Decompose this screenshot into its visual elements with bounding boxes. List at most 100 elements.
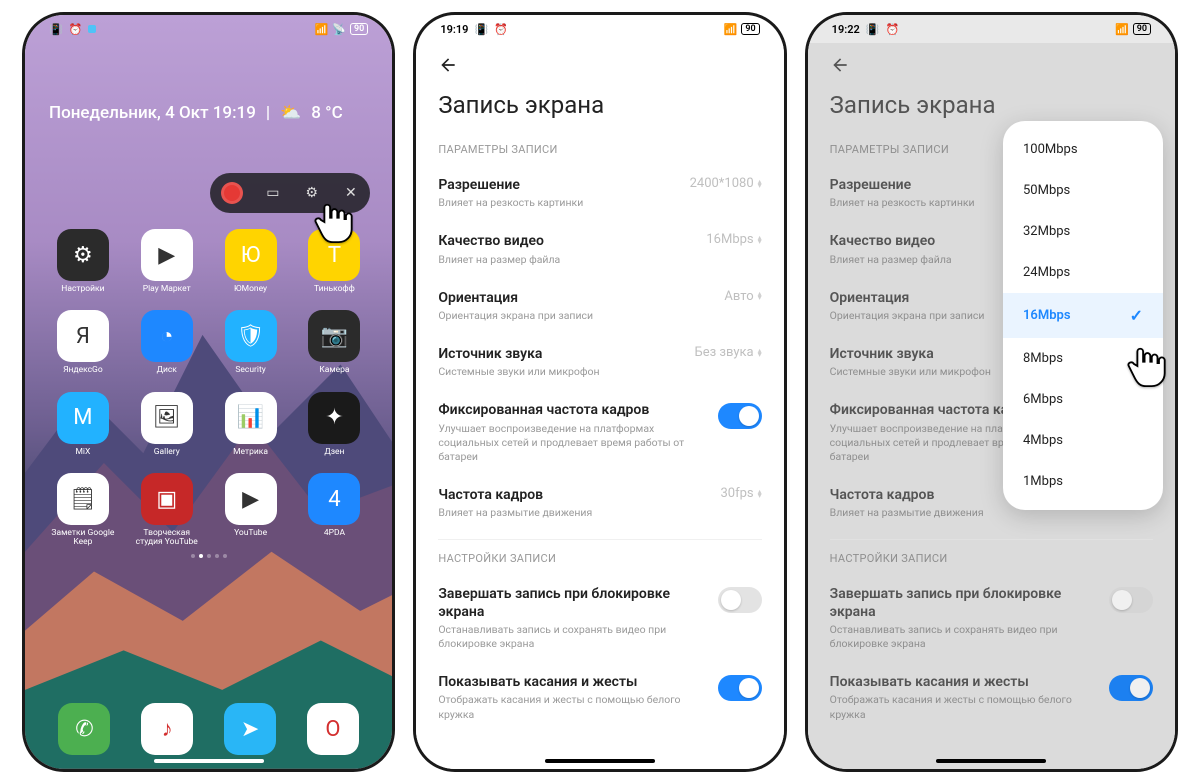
signal-icon: 📶 — [315, 23, 329, 36]
toggle-switch[interactable] — [718, 675, 762, 701]
record-button[interactable] — [221, 182, 243, 204]
recorder-settings-icon[interactable]: ⚙ — [303, 184, 321, 202]
app-icon-gallery[interactable]: 🖼 Gallery — [127, 392, 207, 457]
clock-label: 19:19 — [440, 23, 468, 36]
app-icon-творческая-студия-youtube[interactable]: ▣ Творческая студия YouTube — [127, 473, 207, 548]
app-icon-play-маркет[interactable]: ▶ Play Маркет — [127, 229, 207, 294]
page-title: Запись экрана — [416, 83, 783, 137]
bitrate-option-4Mbps[interactable]: 4Mbps — [1003, 420, 1163, 461]
row-subtitle: Останавливать запись и сохранять видео п… — [438, 623, 705, 651]
stepper-icon: ▴▾ — [758, 490, 762, 498]
dock-app-opera[interactable]: O — [307, 703, 359, 755]
row-value: Без звука ▴▾ — [695, 345, 762, 360]
checkmark-icon: ✓ — [1130, 306, 1143, 325]
bitrate-option-6Mbps[interactable]: 6Mbps — [1003, 379, 1163, 420]
nav-home-indicator[interactable] — [545, 759, 655, 763]
app-icon-youtube[interactable]: ▶ YouTube — [211, 473, 291, 548]
recording-indicator-icon — [88, 25, 96, 33]
setting-row-stop-on-lock[interactable]: Завершать запись при блокировке экрана О… — [416, 575, 783, 664]
signal-icon: 📶 — [724, 23, 738, 36]
bitrate-option-50Mbps[interactable]: 50Mbps — [1003, 170, 1163, 211]
row-title: Завершать запись при блокировке экрана — [438, 585, 705, 621]
setting-row-framerate[interactable]: Частота кадров Влияет на размытие движен… — [416, 476, 783, 532]
app-label: Настройки — [61, 285, 104, 294]
section-header: ПАРАМЕТРЫ ЗАПИСИ — [416, 137, 783, 166]
recorder-close-icon[interactable]: ✕ — [342, 184, 360, 202]
app-icon-диск[interactable]: ◔ Диск — [127, 310, 207, 375]
app-icon-тинькофф[interactable]: Т Тинькофф — [294, 229, 374, 294]
vibrate-icon: 📳 — [866, 23, 880, 36]
row-subtitle: Улучшает воспроизведение на платформах с… — [438, 422, 705, 465]
row-subtitle: Системные звуки или микрофон — [438, 365, 682, 379]
app-icon-4pda[interactable]: 4 4PDA — [294, 473, 374, 548]
row-title: Источник звука — [438, 345, 682, 363]
dock-app-music[interactable]: ♪ — [141, 703, 193, 755]
setting-row[interactable]: Ориентация Ориентация экрана при записи … — [416, 279, 783, 335]
option-label: 4Mbps — [1023, 433, 1063, 448]
app-label: Метрика — [233, 448, 268, 457]
screen-recorder-toolbar[interactable]: ▭ ⚙ ✕ — [210, 173, 370, 213]
date-time-label: Понедельник, 4 Окт 19:19 — [49, 103, 256, 123]
alarm-icon: ⏰ — [69, 23, 83, 36]
option-label: 50Mbps — [1023, 183, 1070, 198]
stepper-icon: ▴▾ — [758, 236, 762, 244]
dock-app-phone[interactable]: ✆ — [58, 703, 110, 755]
stepper-icon: ▴▾ — [758, 292, 762, 300]
clock-label: 19:22 — [832, 23, 860, 36]
option-label: 6Mbps — [1023, 392, 1063, 407]
page-indicator — [25, 554, 392, 558]
row-subtitle: Влияет на размер файла — [438, 253, 694, 267]
setting-row[interactable]: Источник звука Системные звуки или микро… — [416, 335, 783, 391]
toggle-switch[interactable] — [718, 587, 762, 613]
toggle-switch[interactable] — [718, 403, 762, 429]
app-icon-security[interactable]: 🛡 Security — [211, 310, 291, 375]
app-label: Gallery — [154, 448, 180, 457]
row-subtitle: Влияет на резкость картинки — [438, 196, 677, 210]
settings-screen: Запись экрана ПАРАМЕТРЫ ЗАПИСИ Разрешени… — [416, 43, 783, 769]
statusbar: 19:19 📳 ⏰ 📶 90 — [416, 15, 783, 43]
app-icon-яндексgo[interactable]: Я ЯндексGo — [43, 310, 123, 375]
weather-separator: | — [266, 103, 270, 123]
settings-screen-dimmed: Запись экрана ПАРАМЕТРЫ ЗАПИСИ Разрешени… — [808, 43, 1175, 769]
setting-row-fixed-framerate[interactable]: Фиксированная частота кадров Улучшает во… — [416, 391, 783, 476]
bitrate-option-24Mbps[interactable]: 24Mbps — [1003, 252, 1163, 293]
vibrate-icon: 📳 — [49, 23, 63, 36]
app-icon-заметки-google-keep[interactable]: 🗒 Заметки Google Keep — [43, 473, 123, 548]
alarm-icon: ⏰ — [886, 23, 900, 36]
app-icon-камера[interactable]: 📷 Камера — [294, 310, 374, 375]
battery-icon: 90 — [741, 23, 759, 35]
date-weather-widget[interactable]: Понедельник, 4 Окт 19:19 | ⛅ 8 °С — [49, 103, 392, 123]
back-arrow-icon — [438, 55, 458, 75]
row-value: 30fps▴▾ — [720, 486, 761, 501]
dock-app-telegram[interactable]: ➤ — [224, 703, 276, 755]
setting-row-show-touches[interactable]: Показывать касания и жесты Отображать ка… — [416, 663, 783, 734]
app-label: Дзен — [324, 448, 344, 457]
app-icon-mix[interactable]: M MiX — [43, 392, 123, 457]
option-label: 32Mbps — [1023, 224, 1070, 239]
vibrate-icon: 📳 — [474, 23, 488, 36]
row-subtitle: Влияет на размытие движения — [438, 506, 708, 520]
nav-home-indicator[interactable] — [154, 759, 264, 763]
app-icon-дзен[interactable]: ✦ Дзен — [294, 392, 374, 457]
setting-row[interactable]: Разрешение Влияет на резкость картинки 2… — [416, 166, 783, 222]
bitrate-option-16Mbps[interactable]: 16Mbps ✓ — [1003, 293, 1163, 338]
app-icon-юmoney[interactable]: Ю ЮMoney — [211, 229, 291, 294]
phone-homescreen: 📳 ⏰ 📶 📡 90 Понедельник, 4 Окт 19:19 | ⛅ … — [22, 12, 395, 772]
phone-settings: 19:19 📳 ⏰ 📶 90 Запись экрана ПАРАМЕТРЫ З… — [413, 12, 786, 772]
back-button[interactable] — [416, 43, 783, 83]
row-value: 2400*1080 ▴▾ — [690, 176, 762, 191]
app-label: Диск — [157, 366, 177, 375]
option-label: 24Mbps — [1023, 265, 1070, 280]
bitrate-option-100Mbps[interactable]: 100Mbps — [1003, 129, 1163, 170]
bitrate-option-32Mbps[interactable]: 32Mbps — [1003, 211, 1163, 252]
bitrate-dropdown: 100Mbps 50Mbps 32Mbps 24Mbps 16Mbps ✓ 8M… — [1003, 121, 1163, 510]
app-icon-настройки[interactable]: ⚙ Настройки — [43, 229, 123, 294]
setting-row[interactable]: Качество видео Влияет на размер файла 16… — [416, 222, 783, 278]
app-icon-метрика[interactable]: 📊 Метрика — [211, 392, 291, 457]
option-label: 16Mbps — [1023, 308, 1071, 323]
recordings-folder-icon[interactable]: ▭ — [264, 184, 282, 202]
bitrate-option-8Mbps[interactable]: 8Mbps — [1003, 338, 1163, 379]
row-title: Качество видео — [438, 232, 694, 250]
row-subtitle: Ориентация экрана при записи — [438, 309, 712, 323]
bitrate-option-1Mbps[interactable]: 1Mbps — [1003, 461, 1163, 502]
